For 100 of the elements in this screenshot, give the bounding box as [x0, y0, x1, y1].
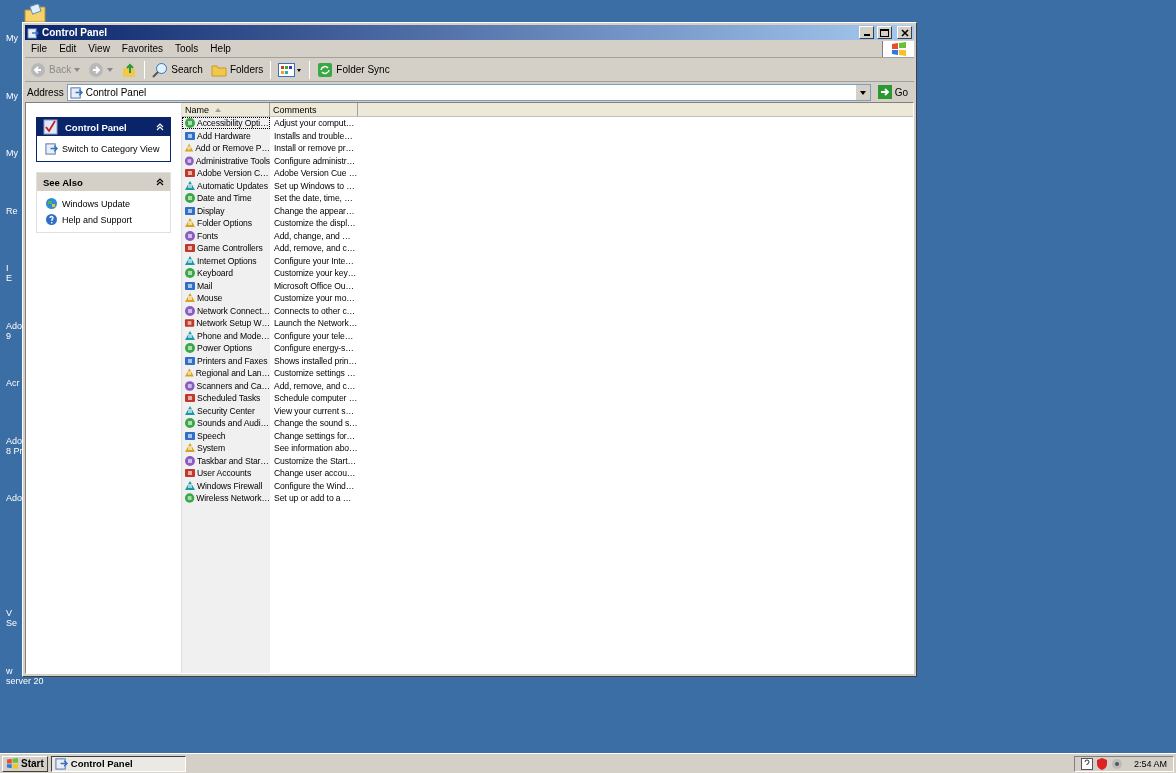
search-button[interactable]: Search: [149, 59, 206, 80]
table-cell-text: Customize the displ…: [273, 218, 357, 229]
list-item[interactable]: Add Hardware: [182, 129, 270, 142]
table-cell-text: Customize your mo…: [273, 293, 356, 304]
sync-button[interactable]: Folder Sync: [314, 59, 393, 80]
close-button[interactable]: [897, 26, 912, 39]
table-cell-text: Adobe Version Cue …: [273, 168, 358, 179]
applet-icon: [184, 117, 196, 130]
applet-icon: [184, 242, 196, 255]
menu-item[interactable]: Edit: [53, 43, 83, 54]
list-item[interactable]: Fonts: [182, 229, 270, 242]
folders-button[interactable]: Folders: [207, 59, 267, 80]
task-link[interactable]: Help and Support: [45, 213, 162, 226]
arrow-icon: [877, 85, 892, 99]
desktop-icon-label[interactable]: My: [6, 90, 18, 101]
task-link[interactable]: Switch to Category View: [45, 142, 162, 155]
start-button[interactable]: Start: [2, 755, 48, 772]
menu-item[interactable]: File: [25, 43, 54, 54]
collapse-icon[interactable]: [156, 178, 164, 186]
list-item[interactable]: Adobe Version C…: [182, 167, 270, 180]
applet-icon: [184, 167, 196, 180]
desktop-icon-label[interactable]: Ado: [6, 493, 22, 503]
list-item[interactable]: Taskbar and Star…: [182, 454, 270, 467]
list-item[interactable]: Keyboard: [182, 267, 270, 280]
table-cell-text: Install or remove pr…: [273, 143, 356, 154]
task-link[interactable]: Windows Update: [45, 197, 162, 210]
taskbar-button[interactable]: Control Panel: [50, 755, 186, 772]
list-item[interactable]: Game Controllers: [182, 242, 270, 255]
table-cell-text: Set the date, time, …: [273, 193, 354, 204]
list-item[interactable]: Network Connect…: [182, 304, 270, 317]
table-cell-text: Configure your Inte…: [273, 255, 355, 266]
table-cell-text: See information abo…: [273, 443, 358, 454]
applet-icon: [184, 217, 196, 230]
list-item[interactable]: Scheduled Tasks: [182, 392, 270, 405]
applet-icon: [184, 304, 196, 317]
desktop-icon-label[interactable]: Ado 9: [6, 320, 22, 341]
desktop-icon-label[interactable]: Acr: [6, 378, 20, 388]
list-item[interactable]: Scanners and Ca…: [182, 379, 270, 392]
list-item[interactable]: Network Setup W…: [182, 317, 270, 330]
column-header[interactable]: Comments: [270, 103, 358, 117]
table-cell-text: Configure administr…: [273, 155, 357, 166]
list-item[interactable]: Sounds and Audi…: [182, 417, 270, 430]
list-item[interactable]: Administrative Tools: [182, 154, 270, 167]
list-item[interactable]: Mouse: [182, 292, 270, 305]
applet-icon: [184, 454, 196, 467]
table-cell-text: Installs and trouble…: [273, 130, 354, 141]
desktop-icon-label[interactable]: My: [6, 148, 18, 158]
list-item[interactable]: Phone and Mode…: [182, 329, 270, 342]
list-item[interactable]: Mail: [182, 279, 270, 292]
folder-icon[interactable]: [24, 4, 46, 22]
address-field[interactable]: Control Panel: [66, 83, 871, 101]
list-item[interactable]: Regional and Lan…: [182, 367, 270, 380]
list-item[interactable]: Speech: [182, 429, 270, 442]
list-item[interactable]: Internet Options: [182, 254, 270, 267]
maximize-button[interactable]: [877, 26, 892, 39]
list-item[interactable]: Security Center: [182, 404, 270, 417]
applet-icon: [184, 129, 196, 142]
list-item[interactable]: Accessibility Opti…: [182, 117, 270, 130]
table-cell-text: Microsoft Office Ou…: [273, 280, 355, 291]
list-item[interactable]: Wireless Network…: [182, 492, 270, 505]
desktop-icon-label[interactable]: V Se: [6, 608, 17, 628]
panel-header[interactable]: Control Panel: [37, 118, 170, 136]
list-item[interactable]: Display: [182, 204, 270, 217]
applet-icon: [184, 204, 196, 217]
minimize-button[interactable]: [859, 26, 874, 39]
table-cell-text: Change user accou…: [273, 468, 357, 479]
address-label: Address: [27, 86, 64, 98]
shield-icon[interactable]: [1095, 757, 1108, 770]
list-item[interactable]: Windows Firewall: [182, 479, 270, 492]
list-item[interactable]: Power Options: [182, 342, 270, 355]
dropdown-arrow-icon: [74, 67, 81, 72]
table-cell-text: Add, change, and …: [273, 230, 352, 241]
applet-icon: [184, 417, 196, 430]
menu-item[interactable]: Tools: [169, 43, 205, 54]
applet-icon: [184, 279, 196, 292]
desktop-icon-label[interactable]: Re: [6, 205, 18, 216]
list-item[interactable]: Add or Remove P…: [182, 142, 270, 155]
views-icon: [278, 61, 303, 78]
menu-item[interactable]: Help: [204, 43, 237, 54]
list-item[interactable]: Printers and Faxes: [182, 354, 270, 367]
table-cell-text: Configure the Wind…: [273, 480, 356, 491]
desktop-icon-label[interactable]: My: [6, 33, 18, 43]
menu-item[interactable]: View: [82, 43, 116, 54]
list-item[interactable]: User Accounts: [182, 467, 270, 480]
menu-item[interactable]: Favorites: [115, 43, 169, 54]
table-cell-text: Shows installed prin…: [273, 355, 358, 366]
search-icon: [152, 61, 169, 78]
panel-header[interactable]: See Also: [37, 173, 170, 191]
list-item[interactable]: System: [182, 442, 270, 455]
table-cell-text: Add, remove, and c…: [273, 380, 357, 391]
desktop-icon-label[interactable]: w server 20: [6, 665, 44, 686]
desktop-icon-label[interactable]: I E: [6, 263, 12, 283]
list-item[interactable]: Date and Time: [182, 192, 270, 205]
help-icon[interactable]: [1080, 757, 1093, 770]
list-item[interactable]: Folder Options: [182, 217, 270, 230]
control-panel-icon: [27, 26, 39, 39]
table-cell-text: Connects to other c…: [273, 305, 357, 316]
list-item[interactable]: Automatic Updates: [182, 179, 270, 192]
go-button[interactable]: Go: [873, 83, 912, 101]
column-header[interactable]: Name: [182, 103, 270, 117]
